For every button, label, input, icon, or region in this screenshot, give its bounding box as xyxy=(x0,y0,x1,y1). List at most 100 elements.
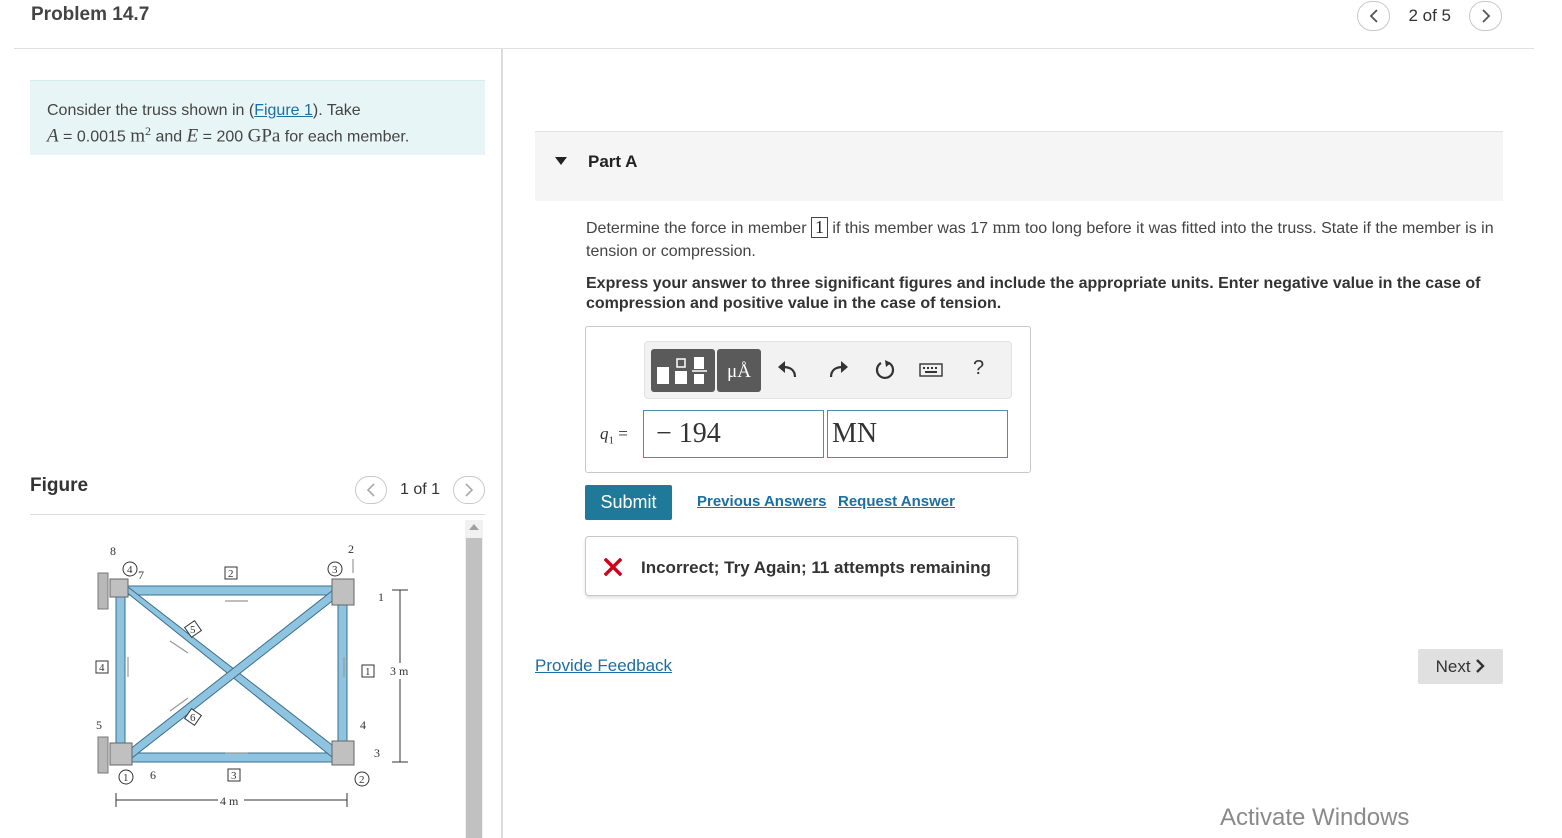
modulus-value: = 200 xyxy=(198,128,248,146)
keyboard-icon xyxy=(919,363,943,377)
area-value: = 0.0015 xyxy=(58,128,131,146)
next-button[interactable]: Next xyxy=(1418,649,1503,684)
prev-problem-button[interactable] xyxy=(1357,1,1391,31)
gusset-plate xyxy=(109,578,129,598)
member-label-4: 4 xyxy=(99,662,105,674)
side-label: 2 xyxy=(348,542,354,556)
value-input[interactable]: − 194 xyxy=(643,410,824,458)
provide-feedback-link[interactable]: Provide Feedback xyxy=(535,656,672,676)
node-label-3: 3 xyxy=(332,564,338,576)
redo-button[interactable] xyxy=(827,358,851,382)
answer-variable: q1 = xyxy=(600,424,628,446)
member-4 xyxy=(115,585,126,763)
question-part: if this member was 17 xyxy=(827,220,993,237)
question-part: Determine the force in member xyxy=(586,220,811,237)
figure-scrollbar[interactable] xyxy=(465,520,483,838)
chevron-left-icon xyxy=(366,483,375,497)
problem-panel: Consider the truss shown in (Figure 1). … xyxy=(30,80,485,155)
feedback-message: Incorrect; Try Again; 11 attempts remain… xyxy=(585,536,1018,596)
area-var: A xyxy=(47,125,59,147)
node-label-2: 2 xyxy=(359,774,365,786)
problem-text: and xyxy=(151,128,187,146)
caret-down-icon xyxy=(555,157,567,165)
side-label: 8 xyxy=(110,544,116,558)
problem-text: ). Take xyxy=(312,102,361,119)
panel-divider[interactable] xyxy=(501,49,503,838)
part-a-header[interactable]: Part A xyxy=(535,131,1503,201)
activate-windows-watermark: Activate Windows xyxy=(1220,804,1410,831)
truss-diagram: 4 m 3 m 1 2 3 4 1 2 3 4 5 6 8 7 2 1 4 5 … xyxy=(95,542,418,808)
reset-icon xyxy=(875,360,895,380)
submit-button[interactable]: Submit xyxy=(585,485,672,520)
question-unit: mm xyxy=(992,217,1021,237)
gusset-plate xyxy=(331,578,355,606)
help-button[interactable]: ? xyxy=(973,357,984,380)
undo-icon xyxy=(778,361,797,378)
figure-pager: 1 of 1 xyxy=(354,476,485,504)
x-mark-icon xyxy=(604,558,622,576)
figure-header: Figure 1 of 1 xyxy=(30,472,485,515)
wall-support xyxy=(97,572,109,610)
previous-answers-link[interactable]: Previous Answers xyxy=(697,493,827,510)
side-label: 4 xyxy=(360,718,366,732)
node-label-1: 1 xyxy=(123,772,129,784)
part-label: Part A xyxy=(588,152,638,171)
figure-count: 1 of 1 xyxy=(399,481,440,498)
problem-statement: Consider the truss shown in (Figure 1). … xyxy=(30,80,485,155)
question-text: Determine the force in member 1 if this … xyxy=(586,216,1501,263)
scroll-thumb[interactable] xyxy=(466,538,482,838)
side-label: 5 xyxy=(96,718,102,732)
side-label: 7 xyxy=(138,568,144,582)
answer-instruction: Express your answer to three significant… xyxy=(586,275,1481,312)
force-arrow xyxy=(169,640,189,654)
chevron-right-icon xyxy=(1481,9,1490,23)
chevron-right-icon xyxy=(465,483,474,497)
next-figure-button[interactable] xyxy=(453,476,485,504)
request-answer-link[interactable]: Request Answer xyxy=(838,493,955,510)
variable-name: q xyxy=(600,424,609,443)
area-unit: m xyxy=(130,125,146,147)
member-label-3: 3 xyxy=(231,770,237,782)
chevron-left-icon xyxy=(1369,9,1378,23)
scroll-up-icon[interactable] xyxy=(469,524,479,530)
member-number: 1 xyxy=(810,217,828,238)
figure-label: Figure xyxy=(30,475,89,496)
member-1 xyxy=(337,585,348,763)
problem-pager: 2 of 5 xyxy=(1357,1,1502,31)
problem-title: Problem 14.7 xyxy=(31,4,150,25)
unit-input[interactable]: MN xyxy=(827,410,1008,458)
member-label-6: 6 xyxy=(190,712,196,724)
modulus-unit: GPa xyxy=(247,125,281,147)
reset-button[interactable] xyxy=(873,358,897,382)
math-toolbar: μÅ ? xyxy=(644,341,1012,399)
figure-link[interactable]: Figure 1 xyxy=(254,102,313,119)
side-label: 3 xyxy=(374,746,380,760)
member-label-1: 1 xyxy=(365,666,371,678)
feedback-text: Incorrect; Try Again; 11 attempts remain… xyxy=(641,558,991,577)
problem-count: 2 of 5 xyxy=(1408,6,1451,25)
gusset-plate xyxy=(109,742,133,766)
member-label-5: 5 xyxy=(190,624,196,636)
prev-figure-button[interactable] xyxy=(354,476,387,504)
dimension-vertical: 3 m xyxy=(390,664,409,678)
member-3 xyxy=(115,752,347,763)
wall-support xyxy=(97,736,109,774)
units-button[interactable]: μÅ xyxy=(717,349,761,392)
side-label: 1 xyxy=(378,590,384,604)
equals-sign: = xyxy=(614,424,628,443)
member-label-2: 2 xyxy=(228,568,234,580)
templates-icon xyxy=(657,357,707,384)
next-label: Next xyxy=(1435,657,1471,676)
gusset-plate xyxy=(331,740,355,766)
modulus-var: E xyxy=(186,125,199,147)
templates-button[interactable] xyxy=(651,349,715,392)
keyboard-button[interactable] xyxy=(919,358,943,382)
node-label-4: 4 xyxy=(127,564,133,576)
undo-button[interactable] xyxy=(775,358,799,382)
member-2 xyxy=(115,585,347,596)
next-problem-button[interactable] xyxy=(1469,1,1502,31)
dimension-horizontal: 4 m xyxy=(220,794,239,808)
answer-box: μÅ ? q1 = − 194 MN xyxy=(585,326,1031,473)
redo-icon xyxy=(829,361,848,378)
problem-text: Consider the truss shown in ( xyxy=(47,102,255,119)
